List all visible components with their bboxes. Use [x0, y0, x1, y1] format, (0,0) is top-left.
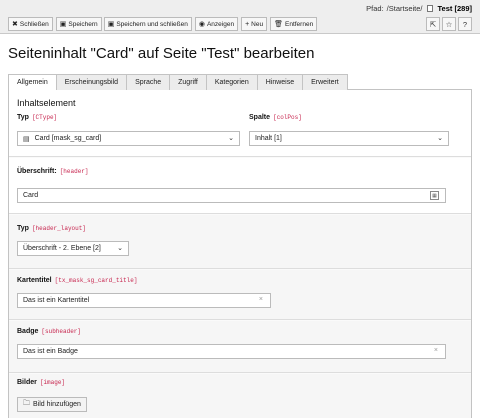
new-button[interactable]: + Neu	[241, 17, 268, 31]
section-heading: Inhaltselement	[17, 98, 76, 108]
form-panel: Inhaltselement Typ [CType] ▤ Card [mask_s…	[8, 90, 472, 418]
trash-icon: 🗑	[274, 21, 283, 28]
page-icon	[426, 5, 433, 12]
breadcrumb: Pfad: /Startseite/ Test [289]	[366, 4, 472, 13]
help-icon[interactable]: ?	[458, 17, 472, 31]
top-bar: Pfad: /Startseite/ Test [289] ✖ Schließe…	[0, 0, 480, 34]
view-button[interactable]: ◉ Anzeigen	[194, 17, 239, 31]
open-new-window-icon[interactable]: ⇱	[426, 17, 440, 31]
path-label: Pfad:	[366, 4, 384, 13]
text-tools-icon[interactable]: ▦	[430, 191, 439, 200]
tab-zugriff[interactable]: Zugriff	[169, 74, 207, 90]
chevron-down-icon: ⌄	[437, 135, 443, 142]
plus-icon: +	[245, 20, 250, 28]
card-title-section: Kartentitel [tx_mask_sg_card_title] Das i…	[9, 270, 471, 320]
header-layout-select[interactable]: Überschrift - 2. Ebene [2] ⌄	[17, 241, 129, 256]
tab-kategorien[interactable]: Kategorien	[205, 74, 258, 90]
chevron-down-icon: ⌄	[117, 245, 123, 252]
clear-icon[interactable]: ×	[259, 296, 263, 303]
badge-input[interactable]: Das ist ein Badge ×	[17, 344, 446, 359]
ctype-label: Typ [CType]	[17, 114, 58, 121]
images-section: Bilder [image] 🗀 Bild hinzufügen	[9, 374, 471, 418]
tab-erweitert[interactable]: Erweitert	[302, 74, 348, 90]
delete-button[interactable]: 🗑 Entfernen	[270, 17, 318, 31]
tab-allgemein[interactable]: Allgemein	[8, 74, 57, 91]
content-element-section: Inhaltselement Typ [CType] ▤ Card [mask_s…	[9, 90, 471, 157]
folder-icon: 🗀	[23, 400, 30, 407]
colpos-label: Spalte [colPos]	[249, 114, 302, 121]
close-icon: ✖	[12, 21, 18, 28]
header-layout-section: Typ [header_layout] Überschrift - 2. Eben…	[9, 215, 471, 269]
clear-icon[interactable]: ×	[434, 347, 438, 354]
chevron-down-icon: ⌄	[228, 135, 234, 142]
header-layout-label: Typ [header_layout]	[17, 225, 86, 232]
tab-sprache[interactable]: Sprache	[126, 74, 171, 90]
save-icon: ▣	[59, 21, 67, 28]
header-section: Überschrift: [header] Card ▦	[9, 158, 471, 214]
tab-hinweise[interactable]: Hinweise	[256, 74, 304, 90]
content-element-icon: ▤	[23, 135, 30, 143]
save-icon: ▣	[107, 21, 115, 28]
card-title-label: Kartentitel [tx_mask_sg_card_title]	[17, 277, 138, 284]
right-tools: ⇱ ☆ ?	[424, 17, 472, 31]
colpos-select[interactable]: Inhalt [1] ⌄	[249, 131, 449, 146]
header-label: Überschrift: [header]	[17, 168, 89, 175]
tab-erscheinungsbild[interactable]: Erscheinungsbild	[55, 74, 128, 90]
toolbar: ✖ Schließen ▣ Speichern ▣ Speichern und …	[8, 17, 319, 31]
path-trail[interactable]: /Startseite/	[387, 4, 423, 13]
card-title-input[interactable]: Das ist ein Kartentitel ×	[17, 293, 271, 308]
tab-bar: Allgemein Erscheinungsbild Sprache Zugri…	[8, 74, 472, 91]
bookmark-star-icon[interactable]: ☆	[442, 17, 456, 31]
header-input[interactable]: Card ▦	[17, 188, 446, 203]
save-close-button[interactable]: ▣ Speichern und schließen	[103, 17, 192, 31]
path-current[interactable]: Test [289]	[438, 4, 472, 13]
badge-section: Badge [subheader] Das ist ein Badge ×	[9, 321, 471, 373]
save-button[interactable]: ▣ Speichern	[55, 17, 102, 31]
images-label: Bilder [image]	[17, 379, 66, 386]
page-title: Seiteninhalt "Card" auf Seite "Test" bea…	[8, 45, 315, 62]
close-button[interactable]: ✖ Schließen	[8, 17, 53, 31]
badge-label: Badge [subheader]	[17, 328, 82, 335]
add-image-button[interactable]: 🗀 Bild hinzufügen	[17, 397, 87, 412]
eye-icon: ◉	[198, 21, 205, 28]
ctype-select[interactable]: ▤ Card [mask_sg_card] ⌄	[17, 131, 240, 146]
